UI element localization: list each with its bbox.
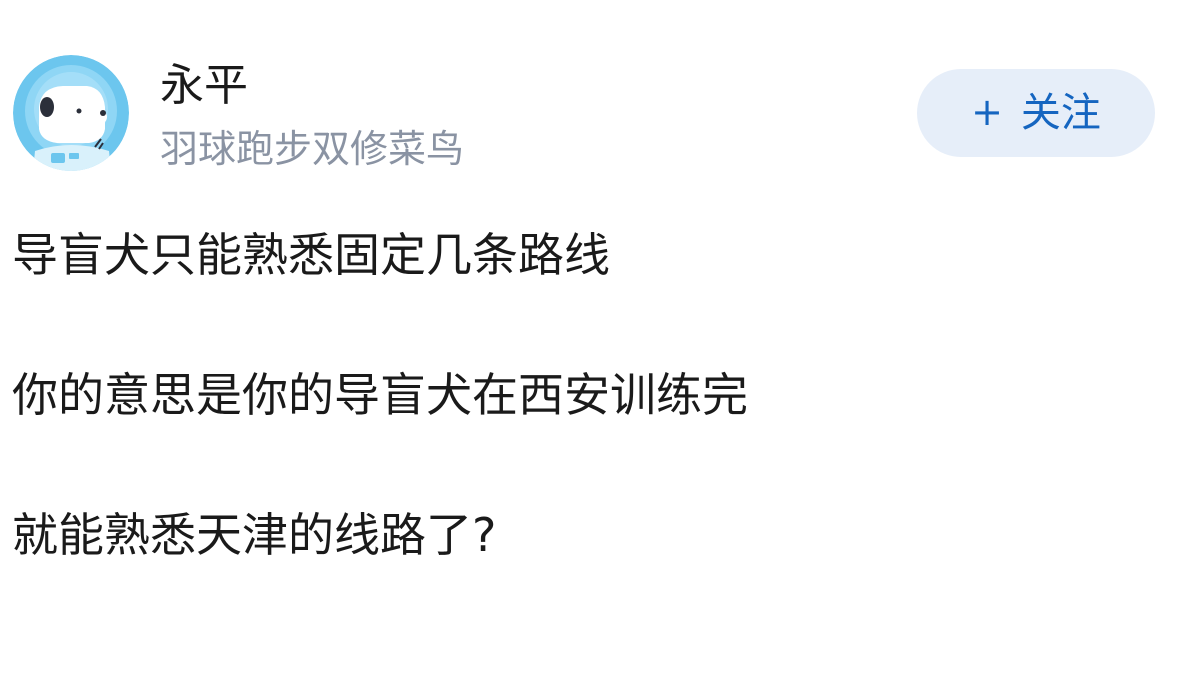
plus-icon: + — [971, 90, 1003, 134]
author-avatar[interactable] — [13, 55, 129, 171]
polar-bear-astronaut-icon — [13, 55, 129, 171]
follow-button-label: 关注 — [1020, 90, 1101, 136]
author-bio: 羽球跑步双修菜鸟 — [160, 127, 465, 171]
post-text-line: 导盲犬只能熟悉固定几条路线 — [12, 228, 610, 282]
author-name[interactable]: 永平 — [160, 58, 248, 114]
post-text-line: 你的意思是你的导盲犬在西安训练完 — [12, 368, 748, 422]
post-content: 导盲犬只能熟悉固定几条路线 你的意思是你的导盲犬在西安训练完 就能熟悉天津的线路… — [12, 224, 1182, 566]
post-text-line: 就能熟悉天津的线路了? — [12, 508, 497, 562]
post-header: 永平 羽球跑步双修菜鸟 + 关注 — [0, 0, 1200, 190]
follow-button[interactable]: + 关注 — [917, 69, 1155, 157]
